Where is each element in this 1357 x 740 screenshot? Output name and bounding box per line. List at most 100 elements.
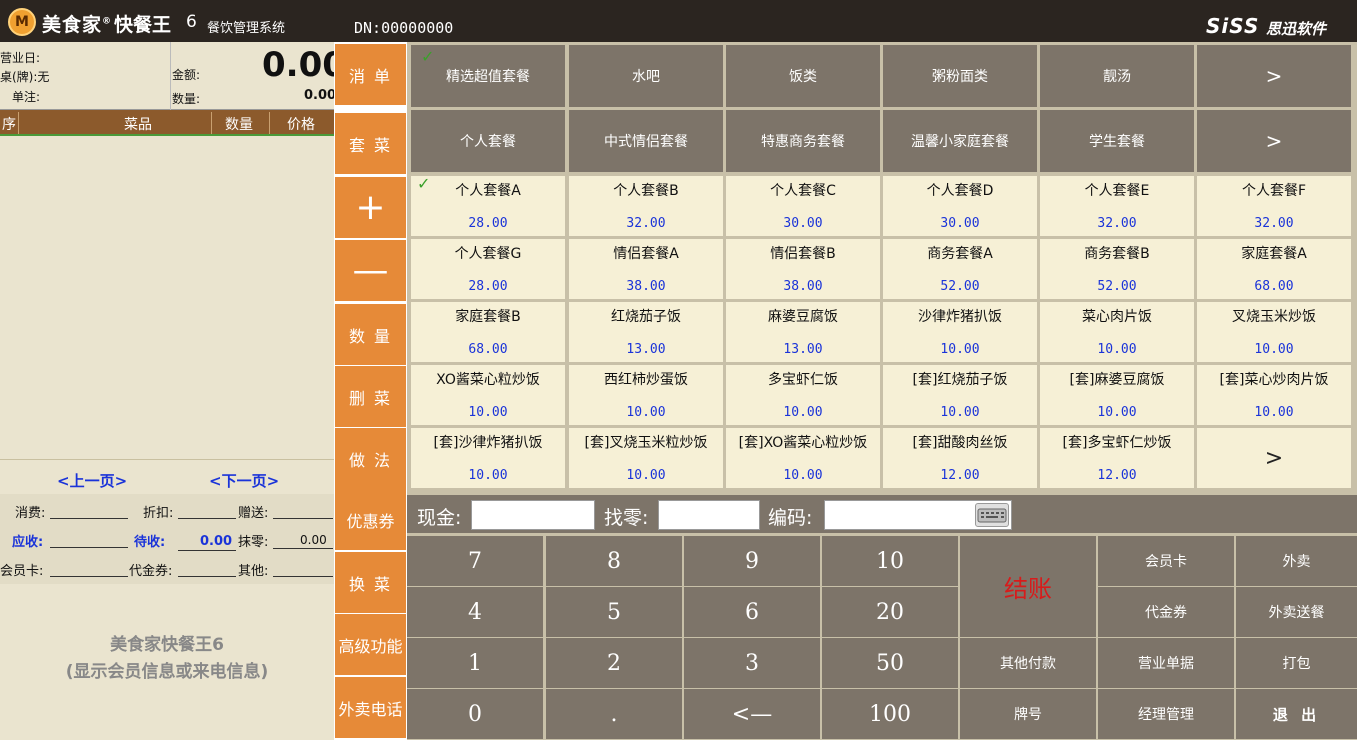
dish-tile[interactable]: 沙律炸猪扒饭 10.00 [883,302,1037,362]
dish-tile[interactable]: 西红柿炒蛋饭 10.00 [569,365,723,425]
subcategory-next-icon[interactable]: > [1197,110,1351,172]
dish-tile[interactable]: [套]多宝虾仁炒饭 12.00 [1040,428,1194,488]
dish-price: 13.00 [626,342,666,357]
dish-tile[interactable]: 家庭套餐B 68.00 [411,302,565,362]
quantity-button[interactable]: 数 量 [335,304,406,365]
subcategory-family[interactable]: 温馨小家庭套餐 [883,110,1037,172]
subcategory-personal[interactable]: 个人套餐 [411,110,565,172]
dish-tile[interactable]: 个人套餐F 32.00 [1197,176,1351,236]
dish-tile[interactable]: 情侣套餐B 38.00 [726,239,880,299]
category-tab-drinks[interactable]: 水吧 [569,45,723,107]
increase-button[interactable]: + [335,177,406,238]
dish-tile[interactable]: [套]XO酱菜心粒炒饭 10.00 [726,428,880,488]
keypad-digit-button[interactable]: 4 [407,587,543,637]
dish-tile[interactable]: 叉烧玉米炒饭 10.00 [1197,302,1351,362]
dish-tile[interactable]: [套]叉烧玉米粒炒饭 10.00 [569,428,723,488]
cancel-order-button[interactable]: 消 单 [335,44,406,105]
keypad-digit-button[interactable]: 0 [407,689,543,739]
keypad-digit-button[interactable]: 100 [822,689,958,739]
takeout-button[interactable]: 外卖 [1236,536,1357,586]
info-divider [170,42,171,110]
col-seq: 序 [2,117,16,133]
dish-tile[interactable]: 个人套餐B 32.00 [569,176,723,236]
col-dish: 菜品 [124,117,152,133]
prev-page-button[interactable]: <上一页> [57,470,127,491]
dish-tile[interactable]: [套]麻婆豆腐饭 10.00 [1040,365,1194,425]
keypad-digit-button[interactable]: 7 [407,536,543,586]
next-page-button[interactable]: <下一页> [209,470,279,491]
dish-tile[interactable]: 红烧茄子饭 13.00 [569,302,723,362]
decrease-button[interactable]: — [335,240,406,301]
dish-tile[interactable]: ✓ 个人套餐A 28.00 [411,174,565,236]
dish-tile[interactable]: 商务套餐A 52.00 [883,239,1037,299]
exit-button[interactable]: 退 出 [1236,689,1357,739]
subcategory-student[interactable]: 学生套餐 [1040,110,1194,172]
keyboard-icon[interactable] [975,503,1009,527]
keypad-digit-button[interactable]: <— [684,689,820,739]
dish-tile[interactable]: 麻婆豆腐饭 13.00 [726,302,880,362]
dish-tile[interactable]: 多宝虾仁饭 10.00 [726,365,880,425]
dish-tile[interactable]: [套]菜心炒肉片饭 10.00 [1197,365,1351,425]
checkout-button[interactable]: 结账 [960,536,1096,637]
advanced-functions-button[interactable]: 高级功能 [335,614,406,675]
keypad-digit-button[interactable]: 3 [684,638,820,688]
dish-price: 28.00 [468,279,508,294]
pack-button[interactable]: 打包 [1236,638,1357,688]
business-docs-button[interactable]: 营业单据 [1098,638,1234,688]
delete-dish-button[interactable]: 删 菜 [335,366,406,427]
dish-tile[interactable]: 个人套餐G 28.00 [411,239,565,299]
member-info-title: 美食家快餐王6 [110,635,224,655]
dish-tile[interactable]: [套]红烧茄子饭 10.00 [883,365,1037,425]
category-tab-soup[interactable]: 靓汤 [1040,45,1194,107]
product-subtitle: 餐饮管理系统 [207,21,286,36]
keypad-digit-button[interactable]: 20 [822,587,958,637]
cash-input[interactable] [471,500,595,530]
keypad-digit-button[interactable]: 6 [684,587,820,637]
coupon-button[interactable]: 优惠券 [335,489,406,550]
keypad-digit-button[interactable]: 9 [684,536,820,586]
tag-number-button[interactable]: 牌号 [960,689,1096,739]
set-meal-button[interactable]: 套 菜 [335,113,406,174]
other-payment-button[interactable]: 其他付款 [960,638,1096,688]
dish-tile[interactable]: [套]甜酸肉丝饭 12.00 [883,428,1037,488]
category-tab-rice[interactable]: 饭类 [726,45,880,107]
dish-price: 10.00 [783,405,823,420]
member-card-button[interactable]: 会员卡 [1098,536,1234,586]
change-input[interactable] [658,500,760,530]
cash-label: 现金: [417,507,462,529]
dish-price: 10.00 [940,405,980,420]
keypad-digit-button[interactable]: 50 [822,638,958,688]
category-tab-featured[interactable]: ✓ 精选超值套餐 [411,45,565,107]
voucher-button[interactable]: 代金券 [1098,587,1234,637]
dish-tile[interactable]: 个人套餐D 30.00 [883,176,1037,236]
dish-name: XO酱菜心粒炒饭 [436,372,540,388]
dish-tile[interactable]: 情侣套餐A 38.00 [569,239,723,299]
change-dish-button[interactable]: 换 菜 [335,552,406,613]
keypad-digit-button[interactable]: 2 [546,638,682,688]
keypad-digit-button[interactable]: 1 [407,638,543,688]
dish-price: 10.00 [626,405,666,420]
subcategory-couple[interactable]: 中式情侣套餐 [569,110,723,172]
pending-value: 0.00 [200,534,233,549]
keypad-digit-button[interactable]: 5 [546,587,682,637]
dish-tile[interactable]: 个人套餐E 32.00 [1040,176,1194,236]
dish-tile[interactable]: XO酱菜心粒炒饭 10.00 [411,365,565,425]
category-next-icon[interactable]: > [1197,45,1351,107]
voucher-label: 代金券: [129,564,173,579]
keypad-digit-button[interactable]: 10 [822,536,958,586]
takeout-phone-button[interactable]: 外卖电话 [335,677,406,738]
keypad-digit-button[interactable]: . [546,689,682,739]
order-item-list[interactable] [0,138,334,460]
dish-tile[interactable]: 商务套餐B 52.00 [1040,239,1194,299]
category-tab-noodles[interactable]: 粥粉面类 [883,45,1037,107]
dish-tile[interactable]: [套]沙律炸猪扒饭 10.00 [411,428,565,488]
keypad-digit-button[interactable]: 8 [546,536,682,586]
dish-tile[interactable]: 个人套餐C 30.00 [726,176,880,236]
takeout-delivery-button[interactable]: 外卖送餐 [1236,587,1357,637]
dish-tile[interactable]: 菜心肉片饭 10.00 [1040,302,1194,362]
cooking-method-button[interactable]: 做 法 [335,428,406,489]
subcategory-business[interactable]: 特惠商务套餐 [726,110,880,172]
manager-button[interactable]: 经理管理 [1098,689,1234,739]
dish-next-page-icon[interactable]: > [1197,428,1351,488]
dish-tile[interactable]: 家庭套餐A 68.00 [1197,239,1351,299]
